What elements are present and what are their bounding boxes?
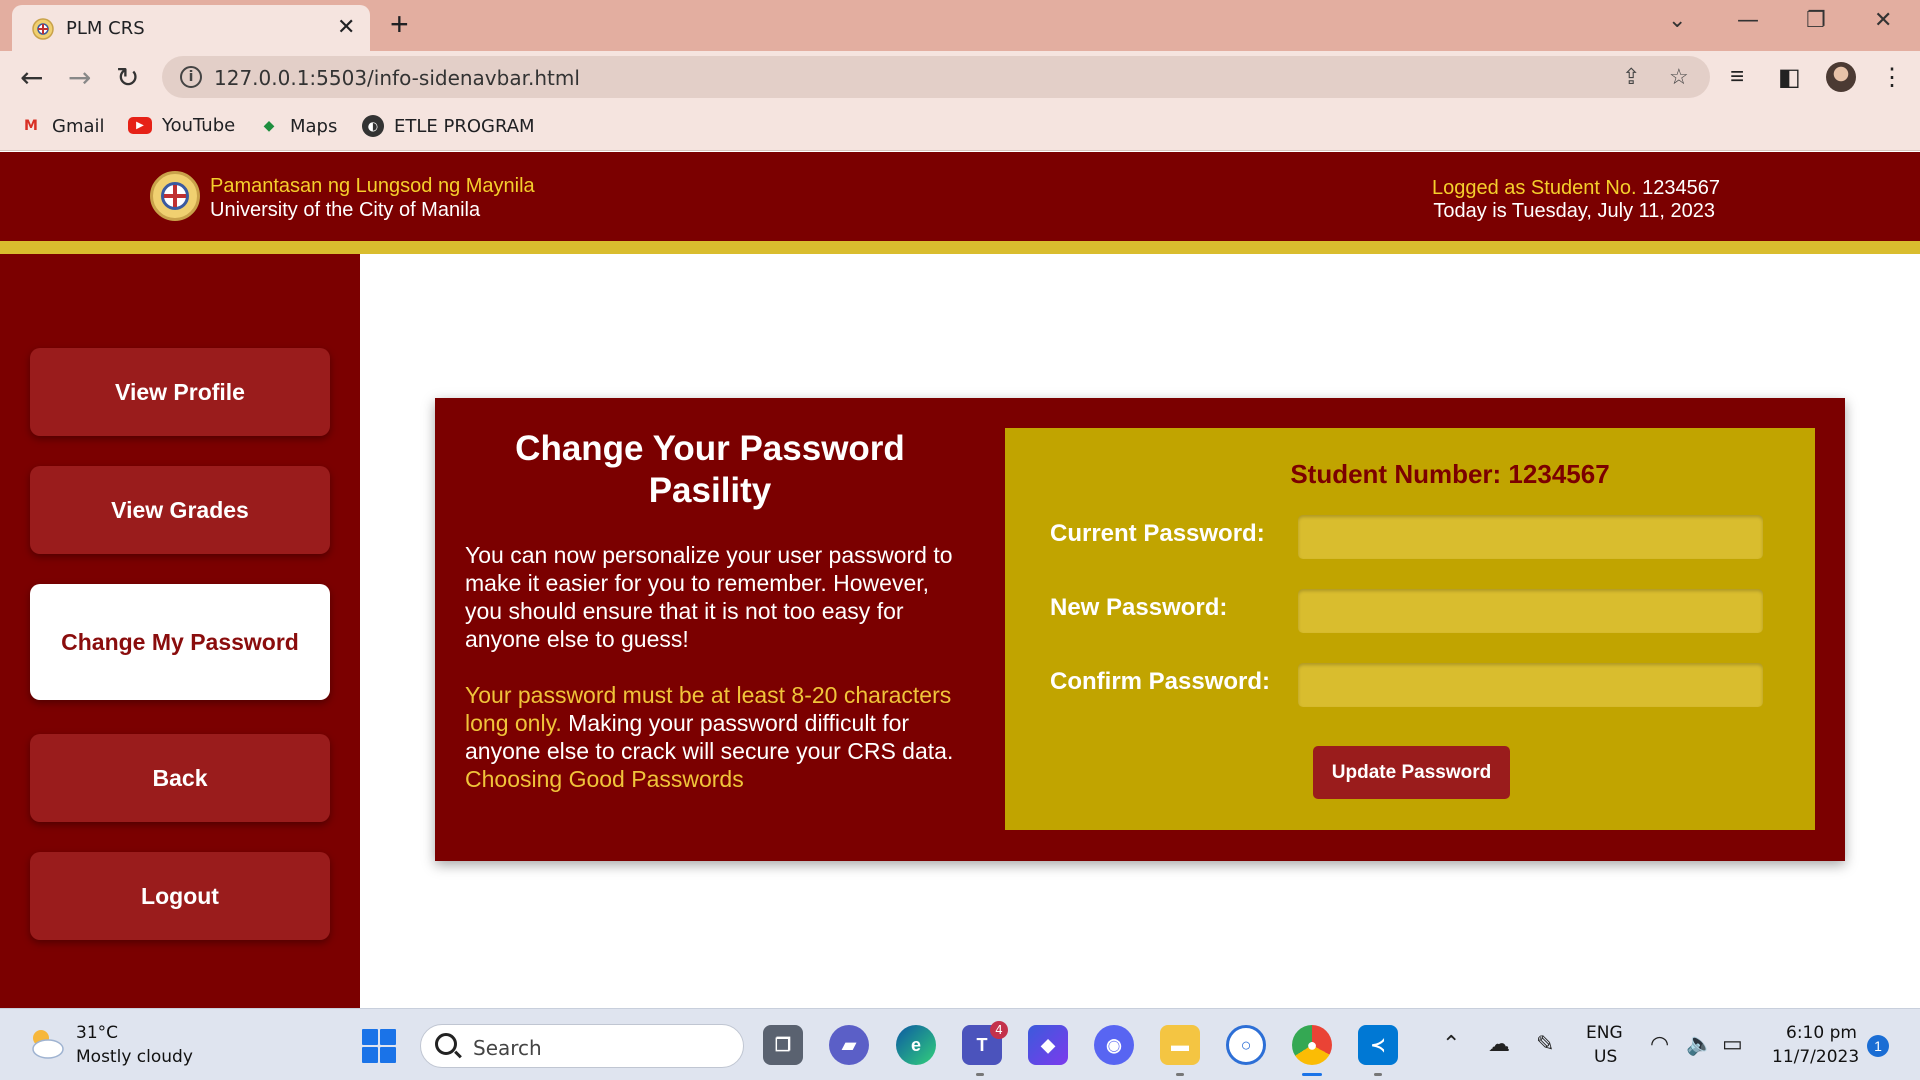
bookmark-youtube[interactable]: ▶ YouTube	[128, 115, 235, 136]
change-password-card: Change Your Password Pasility You can no…	[435, 398, 1845, 861]
running-indicator	[976, 1073, 984, 1076]
back-arrow-icon[interactable]: ←	[20, 61, 43, 94]
current-password-label: Current Password:	[1050, 520, 1265, 547]
search-icon	[435, 1033, 457, 1055]
logged-label: Logged as Student No.	[1431, 177, 1637, 199]
university-name: Pamantasan ng Lungsod ng Maynila	[210, 175, 535, 197]
windows-start-icon[interactable]	[362, 1029, 396, 1063]
discord-icon[interactable]: ◉	[1094, 1025, 1134, 1065]
sidebar-item-logout[interactable]: Logout	[30, 852, 330, 940]
weather-temperature: 31°C	[76, 1023, 119, 1043]
running-indicator	[1176, 1073, 1184, 1076]
page-content: Pamantasan ng Lungsod ng Maynila Univers…	[0, 152, 1920, 1008]
browser-toolbar: ← → ↻ i 127.0.0.1:5503/info-sidenavbar.h…	[0, 51, 1920, 103]
browser-tab[interactable]: PLM CRS ✕	[12, 5, 370, 51]
current-password-input[interactable]	[1298, 515, 1763, 559]
logged-student-no: 1234567	[1642, 177, 1720, 199]
sidebar-item-back[interactable]: Back	[30, 734, 330, 822]
clock-date[interactable]: 11/7/2023	[1772, 1047, 1859, 1067]
youtube-icon: ▶	[128, 117, 152, 134]
copilot-icon[interactable]: ◆	[1028, 1025, 1068, 1065]
maps-icon: ◆	[263, 118, 275, 134]
weather-description: Mostly cloudy	[76, 1047, 193, 1067]
site-header: Pamantasan ng Lungsod ng Maynila Univers…	[0, 152, 1920, 241]
vscode-icon[interactable]: ≺	[1358, 1025, 1398, 1065]
card-intro-text: You can now personalize your user passwo…	[465, 542, 953, 652]
browser-tab-bar: PLM CRS ✕ + ⌄ — ❐ ✕	[0, 0, 1920, 51]
new-tab-icon[interactable]: +	[390, 6, 409, 43]
file-explorer-icon[interactable]: ▬	[1160, 1025, 1200, 1065]
taskbar: 31°C Mostly cloudy Search ❐ ▰ e T 4 ◆ ◉ …	[0, 1008, 1920, 1080]
card-requirements-text: Your password must be at least 8-20 char…	[465, 681, 965, 793]
university-subtitle: University of the City of Manila	[210, 199, 481, 221]
teams-chat-icon[interactable]: ▰	[829, 1025, 869, 1065]
cloudy-weather-icon[interactable]	[26, 1025, 66, 1061]
clock-time[interactable]: 6:10 pm	[1786, 1023, 1857, 1043]
pen-menu-icon[interactable]: ✎	[1536, 1031, 1554, 1057]
bookmark-maps[interactable]: ◆ Maps	[258, 115, 338, 137]
sidebar-item-view-grades[interactable]: View Grades	[30, 466, 330, 554]
forward-arrow-icon[interactable]: →	[68, 61, 91, 94]
side-panel-icon[interactable]: ◧	[1778, 63, 1801, 92]
tab-close-icon[interactable]: ✕	[337, 14, 355, 40]
bookmarks-bar: M Gmail ▶ YouTube ◆ Maps ◐ ETLE PROGRAM	[0, 103, 1920, 151]
settings-ring-icon[interactable]: ○	[1226, 1025, 1266, 1065]
bookmark-star-icon[interactable]: ☆	[1669, 64, 1689, 90]
sidebar-item-change-password[interactable]: Change My Password	[30, 584, 330, 700]
wifi-icon[interactable]: ◠	[1650, 1031, 1669, 1057]
teams-badge: 4	[990, 1021, 1008, 1039]
header-gold-strip	[0, 241, 1920, 254]
task-view-icon[interactable]: ❐	[763, 1025, 803, 1065]
student-number-heading: Student Number: 1234567	[1290, 459, 1610, 489]
new-password-input[interactable]	[1298, 589, 1763, 633]
card-title: Change Your Password Pasility	[515, 429, 905, 510]
gmail-icon: M	[24, 118, 38, 134]
bookmark-label: Maps	[290, 115, 338, 137]
profile-avatar[interactable]	[1826, 62, 1856, 92]
reload-icon[interactable]: ↻	[116, 61, 139, 94]
confirm-password-input[interactable]	[1298, 663, 1763, 707]
password-form: Student Number: 1234567 Current Password…	[1005, 428, 1815, 830]
url-text[interactable]: 127.0.0.1:5503/info-sidenavbar.html	[214, 66, 580, 90]
plm-seal-icon	[32, 18, 54, 40]
language-indicator[interactable]: ENG	[1586, 1023, 1623, 1043]
confirm-password-label: Confirm Password:	[1050, 668, 1271, 695]
bookmark-label: Gmail	[52, 115, 105, 137]
minimize-icon[interactable]: —	[1737, 8, 1759, 33]
close-window-icon[interactable]: ✕	[1874, 8, 1892, 33]
onedrive-cloud-icon[interactable]: ☁	[1488, 1031, 1510, 1057]
volume-icon[interactable]: 🔈	[1686, 1031, 1713, 1057]
bookmark-etle[interactable]: ◐ ETLE PROGRAM	[362, 115, 535, 137]
today-date: Today is Tuesday, July 11, 2023	[1433, 200, 1715, 222]
plm-seal-logo	[150, 171, 200, 221]
edge-browser-icon[interactable]: e	[896, 1025, 936, 1065]
chrome-icon[interactable]: ●	[1292, 1025, 1332, 1065]
bookmark-label: ETLE PROGRAM	[394, 115, 535, 137]
taskbar-search[interactable]: Search	[420, 1024, 744, 1068]
active-indicator	[1302, 1073, 1322, 1076]
site-info-icon[interactable]: i	[180, 66, 202, 88]
tab-title: PLM CRS	[66, 18, 145, 39]
bookmark-label: YouTube	[162, 115, 236, 136]
battery-icon[interactable]: ▭	[1722, 1031, 1743, 1057]
restore-icon[interactable]: ❐	[1806, 8, 1826, 33]
search-placeholder: Search	[473, 1036, 542, 1060]
globe-icon: ◐	[362, 115, 384, 137]
sidebar: View Profile View Grades Change My Passw…	[0, 254, 360, 1008]
new-password-label: New Password:	[1050, 594, 1228, 621]
tab-search-chevron-icon[interactable]: ⌄	[1668, 8, 1686, 33]
logged-in-status: Logged as Student No. 1234567	[1432, 177, 1720, 200]
menu-kebab-icon[interactable]: ⋮	[1880, 63, 1904, 92]
region-indicator[interactable]: US	[1594, 1047, 1617, 1067]
bookmark-gmail[interactable]: M Gmail	[20, 115, 105, 137]
running-indicator	[1374, 1073, 1382, 1076]
sidebar-item-view-profile[interactable]: View Profile	[30, 348, 330, 436]
media-queue-icon[interactable]: ≡	[1730, 63, 1744, 91]
show-hidden-icons-chevron-icon[interactable]: ⌃	[1442, 1031, 1460, 1057]
notification-badge[interactable]: 1	[1867, 1035, 1889, 1057]
update-password-button[interactable]: Update Password	[1313, 746, 1510, 799]
good-passwords-link[interactable]: Choosing Good Passwords	[465, 766, 744, 792]
address-bar[interactable]: i 127.0.0.1:5503/info-sidenavbar.html ⇪ …	[162, 56, 1710, 98]
share-icon[interactable]: ⇪	[1622, 64, 1640, 90]
